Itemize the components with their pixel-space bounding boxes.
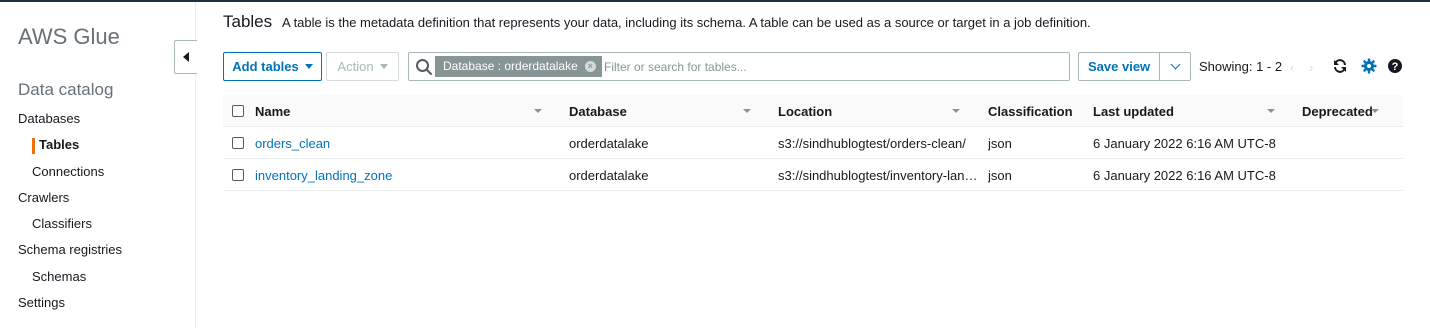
classification-cell: json: [988, 136, 1012, 151]
action-label: Action: [337, 59, 374, 74]
chevron-left-icon[interactable]: ‹: [1290, 60, 1294, 75]
table-row: inventory_landing_zone orderdatalake s3:…: [223, 159, 1403, 191]
sidebar-item-tables[interactable]: Tables: [39, 137, 79, 152]
search-field[interactable]: Database : orderdatalake × Filter or sea…: [408, 52, 1070, 81]
caret-down-icon: [379, 64, 388, 69]
filter-token-label: Database : orderdatalake: [443, 59, 578, 73]
column-header-deprecated[interactable]: Deprecated: [1302, 104, 1373, 119]
sidebar-item-connections[interactable]: Connections: [32, 164, 104, 179]
filter-token[interactable]: Database : orderdatalake ×: [435, 56, 602, 77]
classification-cell: json: [988, 168, 1012, 183]
sort-caret-icon[interactable]: [534, 109, 542, 113]
search-icon: [416, 59, 432, 75]
pagination-status: Showing: 1 - 2: [1199, 59, 1283, 74]
database-cell: orderdatalake: [569, 168, 649, 183]
caret-left-icon: [183, 52, 189, 62]
sidebar: AWS Glue Data catalog Databases Tables C…: [0, 2, 196, 328]
last-updated-cell: 6 January 2022 6:16 AM UTC-8: [1093, 136, 1276, 151]
search-input[interactable]: Filter or search for tables...: [604, 60, 747, 74]
caret-down-icon: [304, 64, 313, 69]
location-cell: s3://sindhublogtest/inventory-landing-zo…: [778, 168, 979, 183]
row-checkbox[interactable]: [232, 137, 244, 149]
sidebar-item-databases[interactable]: Databases: [18, 111, 80, 126]
column-header-last-updated[interactable]: Last updated: [1093, 104, 1174, 119]
row-checkbox[interactable]: [232, 169, 244, 181]
sidebar-item-crawlers[interactable]: Crawlers: [18, 190, 69, 205]
sort-caret-icon[interactable]: [1371, 109, 1379, 113]
chevron-right-icon[interactable]: ›: [1309, 60, 1313, 75]
column-header-classification[interactable]: Classification: [988, 104, 1073, 119]
sort-caret-icon[interactable]: [743, 109, 751, 113]
table-name-link[interactable]: inventory_landing_zone: [255, 168, 545, 183]
active-indicator: [32, 138, 35, 154]
sidebar-item-classifiers[interactable]: Classifiers: [32, 216, 92, 231]
table-header: Name Database Location Classification La…: [223, 95, 1403, 127]
gear-icon[interactable]: [1361, 58, 1377, 74]
last-updated-cell: 6 January 2022 6:16 AM UTC-8: [1093, 168, 1276, 183]
svg-text:?: ?: [1392, 61, 1399, 73]
sort-caret-icon[interactable]: [1267, 109, 1275, 113]
column-header-location[interactable]: Location: [778, 104, 832, 119]
save-view-dropdown-button[interactable]: [1160, 52, 1192, 81]
select-all-checkbox[interactable]: [232, 105, 244, 117]
chevron-down-icon: [1170, 59, 1181, 70]
sidebar-item-schemas[interactable]: Schemas: [32, 269, 86, 284]
location-cell: s3://sindhublogtest/orders-clean/: [778, 136, 966, 151]
sort-caret-icon[interactable]: [952, 109, 960, 113]
action-button[interactable]: Action: [326, 52, 399, 81]
database-cell: orderdatalake: [569, 136, 649, 151]
table-row: orders_clean orderdatalake s3://sindhubl…: [223, 127, 1403, 159]
column-header-name[interactable]: Name: [255, 104, 290, 119]
sidebar-collapse-button[interactable]: [174, 40, 197, 74]
save-view-group: Save view: [1078, 52, 1192, 81]
table-name-link[interactable]: orders_clean: [255, 136, 545, 151]
add-tables-label: Add tables: [232, 59, 299, 74]
sidebar-section-data-catalog: Data catalog: [18, 80, 114, 99]
sidebar-item-settings[interactable]: Settings: [18, 295, 65, 310]
add-tables-button[interactable]: Add tables: [223, 52, 322, 81]
page-description: A table is the metadata definition that …: [282, 15, 1091, 30]
service-title[interactable]: AWS Glue: [18, 24, 120, 50]
sidebar-item-schema-registries[interactable]: Schema registries: [18, 242, 122, 257]
refresh-icon[interactable]: [1332, 58, 1348, 74]
column-header-database[interactable]: Database: [569, 104, 627, 119]
top-border: [0, 0, 1430, 2]
remove-filter-icon[interactable]: ×: [584, 61, 596, 72]
page-title: Tables: [223, 12, 273, 31]
save-view-button[interactable]: Save view: [1078, 52, 1161, 81]
help-icon[interactable]: ?: [1387, 58, 1403, 74]
